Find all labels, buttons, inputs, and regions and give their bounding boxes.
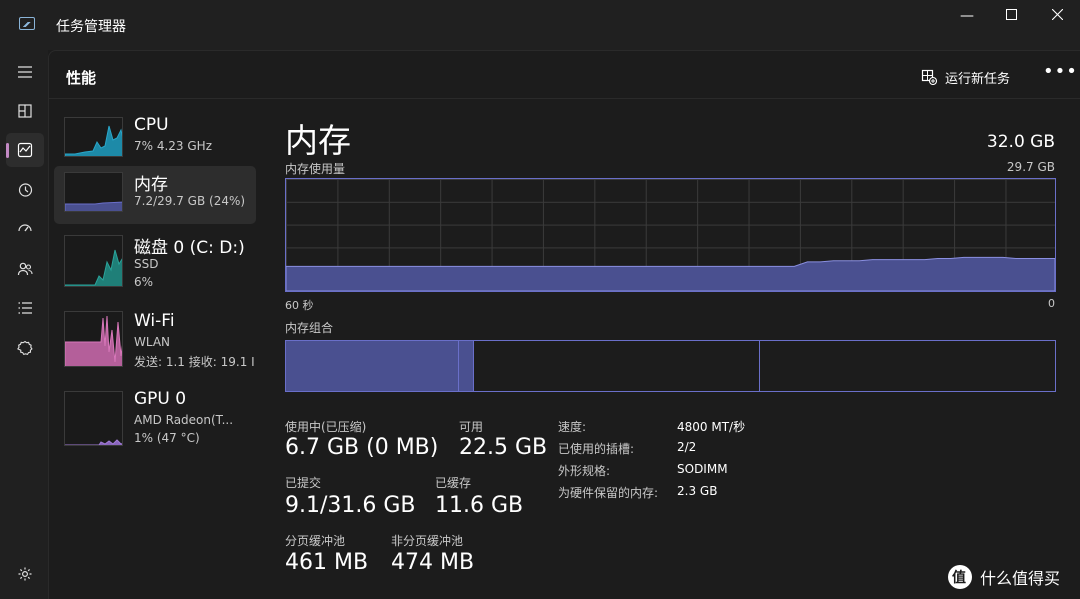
slots-label: 已使用的插槽: bbox=[558, 442, 635, 456]
nav-users[interactable] bbox=[6, 252, 44, 286]
committed-label: 已提交 bbox=[285, 476, 322, 490]
device-detail-2: 发送: 1.1 接收: 19.1 I bbox=[134, 355, 255, 369]
device-disk[interactable]: 磁盘 0 (C: D:) SSD 6% bbox=[54, 229, 256, 289]
memory-thumbnail-graph bbox=[64, 172, 123, 212]
composition-modified bbox=[459, 341, 474, 391]
details-icon bbox=[18, 302, 32, 314]
cached-label: 已缓存 bbox=[435, 476, 472, 490]
device-detail: 7.2/29.7 GB (24%) bbox=[134, 194, 246, 208]
device-name: GPU 0 bbox=[134, 389, 187, 409]
run-task-label: 运行新任务 bbox=[945, 71, 1011, 87]
nav-startup-apps[interactable] bbox=[6, 212, 44, 246]
nav-settings[interactable] bbox=[6, 557, 44, 591]
services-icon bbox=[17, 340, 33, 356]
task-manager-icon bbox=[19, 17, 35, 30]
device-detail-2: 6% bbox=[134, 275, 154, 289]
users-icon bbox=[17, 262, 33, 276]
form-factor-value: SODIMM bbox=[677, 462, 728, 476]
hardware-reserved-label: 为硬件保留的内存: bbox=[558, 486, 659, 500]
watermark: 什么值得买 bbox=[948, 563, 1078, 591]
speed-value: 4800 MT/秒 bbox=[677, 420, 746, 434]
run-task-icon bbox=[921, 69, 938, 86]
performance-icon bbox=[17, 142, 33, 158]
hardware-reserved-value: 2.3 GB bbox=[677, 484, 718, 498]
detail-title: 内存 bbox=[285, 121, 351, 160]
in-use-value: 6.7 GB (0 MB) bbox=[285, 435, 439, 460]
device-wifi[interactable]: Wi-Fi WLAN 发送: 1.1 接收: 19.1 I bbox=[54, 307, 256, 369]
device-detail: AMD Radeon(T... bbox=[134, 413, 234, 427]
speed-label: 速度: bbox=[558, 420, 587, 434]
cpu-thumbnail-graph bbox=[64, 117, 123, 157]
hamburger-menu-button[interactable] bbox=[6, 55, 44, 89]
memory-usage-area bbox=[286, 256, 1055, 291]
app-history-icon bbox=[18, 183, 33, 197]
maximize-button[interactable] bbox=[991, 6, 1031, 26]
time-axis-end: 0 bbox=[1048, 297, 1055, 310]
cached-value: 11.6 GB bbox=[435, 493, 524, 518]
composition-in-use bbox=[286, 341, 459, 391]
memory-usage-graph bbox=[285, 178, 1056, 292]
nonpaged-pool-label: 非分页缓冲池 bbox=[391, 534, 464, 548]
usage-graph-label: 内存使用量 bbox=[285, 162, 346, 176]
device-name: 内存 bbox=[134, 175, 168, 195]
slots-value: 2/2 bbox=[677, 440, 697, 454]
page-header: 性能 运行新任务 ••• bbox=[49, 51, 1080, 99]
more-options-button[interactable]: ••• bbox=[1043, 61, 1077, 87]
watermark-logo bbox=[948, 565, 972, 589]
total-memory: 32.0 GB bbox=[986, 132, 1055, 152]
processes-icon bbox=[18, 104, 32, 118]
device-detail-2: 1% (47 °C) bbox=[134, 431, 200, 445]
settings-icon bbox=[18, 567, 32, 581]
maximize-icon bbox=[1005, 9, 1017, 20]
device-name: CPU bbox=[134, 115, 169, 135]
form-factor-label: 外形规格: bbox=[558, 464, 611, 478]
composition-standby bbox=[474, 341, 760, 391]
device-memory[interactable]: 内存 7.2/29.7 GB (24%) bbox=[54, 166, 256, 224]
watermark-text: 什么值得买 bbox=[980, 569, 1061, 588]
nonpaged-pool-value: 474 MB bbox=[391, 550, 475, 575]
run-new-task-button[interactable]: 运行新任务 bbox=[921, 66, 1010, 88]
time-axis-start: 60 秒 bbox=[285, 299, 314, 312]
device-gpu[interactable]: GPU 0 AMD Radeon(T... 1% (47 °C) bbox=[54, 385, 256, 446]
in-use-label: 使用中(已压缩) bbox=[285, 420, 367, 434]
window-title: 任务管理器 bbox=[56, 19, 126, 35]
nav-details[interactable] bbox=[6, 291, 44, 325]
memory-composition-bar bbox=[285, 340, 1056, 392]
available-value: 22.5 GB bbox=[459, 435, 548, 460]
startup-apps-icon bbox=[18, 224, 32, 232]
page-title: 性能 bbox=[66, 69, 97, 87]
device-detail: SSD bbox=[134, 257, 159, 271]
title-bar: 任务管理器 — bbox=[0, 0, 1080, 50]
available-label: 可用 bbox=[459, 420, 484, 434]
nav-processes[interactable] bbox=[6, 94, 44, 128]
paged-pool-label: 分页缓冲池 bbox=[285, 534, 346, 548]
device-name: 磁盘 0 (C: D:) bbox=[134, 238, 245, 258]
minimize-button[interactable]: — bbox=[947, 6, 987, 26]
paged-pool-value: 461 MB bbox=[285, 550, 369, 575]
device-name: Wi-Fi bbox=[134, 311, 175, 331]
composition-label: 内存组合 bbox=[285, 321, 334, 335]
usage-graph-max: 29.7 GB bbox=[1006, 160, 1055, 174]
device-cpu[interactable]: CPU 7% 4.23 GHz bbox=[54, 111, 256, 169]
side-navigation bbox=[0, 50, 48, 599]
close-button[interactable] bbox=[1037, 6, 1077, 26]
nav-performance[interactable] bbox=[6, 133, 44, 167]
device-detail: WLAN bbox=[134, 335, 171, 349]
close-icon bbox=[1051, 8, 1063, 21]
hamburger-icon bbox=[18, 66, 32, 78]
nav-services[interactable] bbox=[6, 331, 44, 365]
nav-app-history[interactable] bbox=[6, 173, 44, 207]
committed-value: 9.1/31.6 GB bbox=[285, 493, 416, 518]
gpu-thumbnail-graph bbox=[64, 391, 123, 446]
wifi-thumbnail-graph bbox=[64, 311, 123, 367]
device-detail: 7% 4.23 GHz bbox=[134, 139, 213, 153]
disk-thumbnail-graph bbox=[64, 235, 123, 287]
composition-free bbox=[760, 341, 1055, 391]
content-area: 性能 运行新任务 ••• CPU 7% 4.23 GHz 内存 7.2/29.7… bbox=[48, 50, 1080, 599]
